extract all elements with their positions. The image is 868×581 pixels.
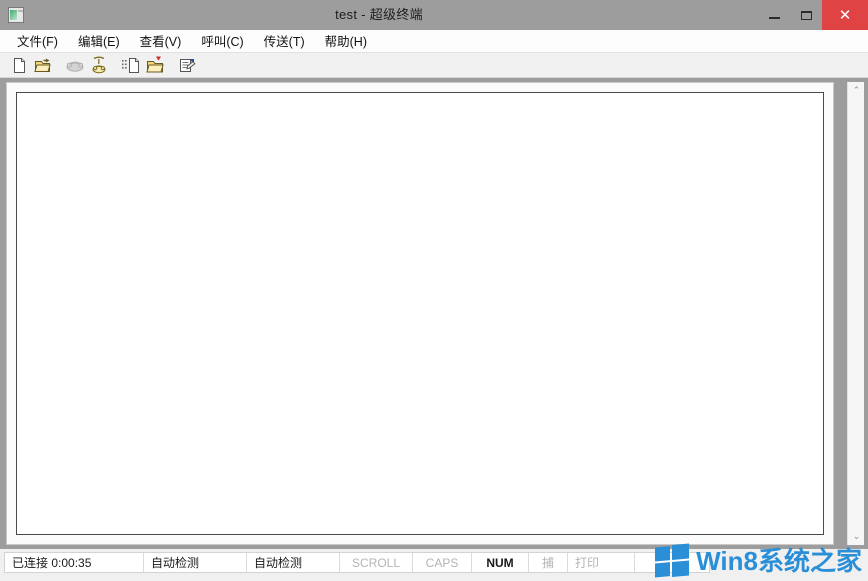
new-document-icon bbox=[13, 57, 25, 73]
menu-help[interactable]: 帮助(H) bbox=[317, 29, 375, 53]
new-connection-button[interactable] bbox=[8, 54, 30, 76]
send-file-button[interactable] bbox=[120, 54, 142, 76]
terminal-window-icon bbox=[8, 7, 24, 23]
receive-file-icon bbox=[145, 56, 164, 73]
properties-icon bbox=[179, 58, 196, 72]
titlebar[interactable]: test - 超级终端 ✕ bbox=[0, 0, 868, 30]
status-caps: CAPS bbox=[413, 553, 472, 572]
scroll-down-icon[interactable]: ⌄ bbox=[848, 528, 865, 545]
status-capture: 捕 bbox=[529, 553, 568, 572]
maximize-button[interactable] bbox=[790, 0, 822, 30]
statusbar: 已连接 0:00:35 自动检测 自动检测 SCROLL CAPS NUM 捕 … bbox=[0, 549, 868, 581]
close-icon: ✕ bbox=[838, 5, 852, 24]
call-button[interactable] bbox=[88, 54, 110, 76]
window-controls: ✕ bbox=[758, 0, 868, 30]
status-num: NUM bbox=[472, 553, 529, 572]
hyperterminal-window: test - 超级终端 ✕ 文件(F) 编辑(E) 查看(V) 呼叫(C) 传送… bbox=[0, 0, 868, 581]
close-button[interactable]: ✕ bbox=[822, 0, 868, 30]
maximize-icon bbox=[800, 10, 812, 20]
menu-transfer[interactable]: 传送(T) bbox=[256, 29, 313, 53]
status-autodetect-protocol: 自动检测 bbox=[144, 553, 247, 572]
status-cells: 已连接 0:00:35 自动检测 自动检测 SCROLL CAPS NUM 捕 … bbox=[4, 552, 710, 573]
terminal-output[interactable] bbox=[16, 92, 824, 535]
disconnect-button[interactable] bbox=[64, 54, 86, 76]
minimize-button[interactable] bbox=[758, 0, 790, 30]
open-folder-icon bbox=[34, 58, 51, 72]
terminal-panel bbox=[6, 82, 834, 545]
menu-edit[interactable]: 编辑(E) bbox=[70, 29, 128, 53]
menu-view[interactable]: 查看(V) bbox=[132, 29, 190, 53]
send-file-icon bbox=[121, 57, 139, 73]
properties-button[interactable] bbox=[176, 54, 198, 76]
scroll-up-icon[interactable]: ⌃ bbox=[848, 82, 865, 99]
minimize-icon bbox=[768, 17, 780, 19]
toolbar bbox=[0, 52, 868, 78]
receive-file-button[interactable] bbox=[144, 54, 166, 76]
status-autodetect-speed: 自动检测 bbox=[247, 553, 340, 572]
menubar: 文件(F) 编辑(E) 查看(V) 呼叫(C) 传送(T) 帮助(H) bbox=[0, 30, 868, 52]
window-title: test - 超级终端 bbox=[335, 7, 423, 22]
status-print: 打印 bbox=[568, 553, 635, 572]
vertical-scrollbar[interactable]: ⌃ ⌄ bbox=[847, 82, 864, 545]
menu-file[interactable]: 文件(F) bbox=[9, 29, 66, 53]
menu-call[interactable]: 呼叫(C) bbox=[193, 29, 251, 53]
call-phone-icon bbox=[92, 56, 106, 74]
disconnect-phone-icon bbox=[66, 61, 84, 72]
status-spacer bbox=[635, 553, 709, 572]
client-area: ⌃ ⌄ bbox=[0, 78, 868, 549]
status-connected-time: 已连接 0:00:35 bbox=[5, 553, 144, 572]
open-connection-button[interactable] bbox=[32, 54, 54, 76]
status-scroll: SCROLL bbox=[340, 553, 413, 572]
